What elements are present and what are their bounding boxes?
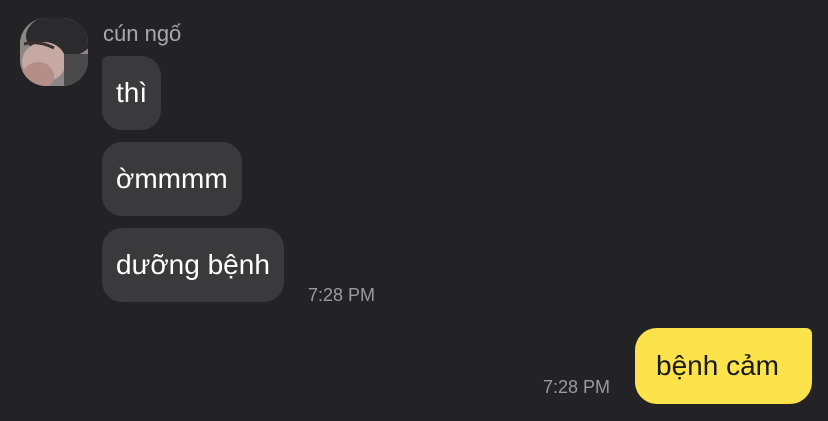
outgoing-message-bubble[interactable]: bệnh cảm bbox=[635, 328, 812, 404]
contact-avatar[interactable] bbox=[20, 18, 88, 86]
message-text: ờmmmm bbox=[116, 163, 228, 194]
incoming-message-bubble[interactable]: dưỡng bệnh bbox=[102, 228, 284, 302]
message-text: dưỡng bệnh bbox=[116, 249, 270, 280]
message-timestamp: 7:28 PM bbox=[543, 377, 611, 397]
message-text: bệnh cảm bbox=[656, 350, 779, 381]
incoming-message-bubble[interactable]: ờmmmm bbox=[102, 142, 242, 216]
avatar-photo-icon bbox=[20, 18, 88, 86]
message-text: thì bbox=[116, 77, 148, 108]
incoming-message-bubble[interactable]: thì bbox=[102, 56, 162, 130]
message-timestamp: 7:28 PM bbox=[308, 285, 376, 305]
sender-name: cún ngố bbox=[103, 21, 182, 46]
